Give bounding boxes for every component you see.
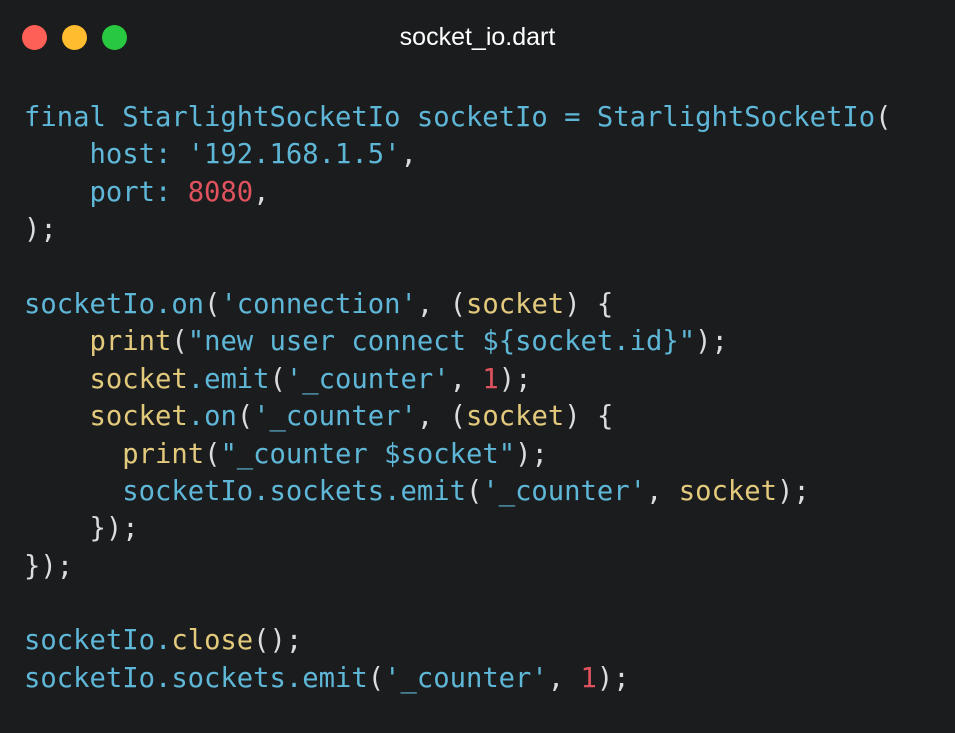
code-token-plain: ( (465, 475, 483, 507)
code-token-plain: ) { (564, 401, 614, 433)
code-token-number: 8080 (187, 176, 254, 208)
code-token-plain: ( (875, 102, 892, 133)
code-token-call: socket (465, 401, 565, 433)
code-token-plain: , (400, 139, 417, 171)
code-token-plain: ) { (564, 288, 614, 320)
code-token-call: print (89, 326, 172, 358)
code-token-identifier: final StarlightSocketIo socketIo = Starl… (24, 102, 876, 133)
code-line: }); (24, 510, 949, 547)
code-token-plain: , ( (416, 288, 466, 320)
code-token-plain: }); (24, 513, 139, 545)
code-token-identifier: socketIo.sockets.emit (122, 475, 466, 507)
code-token-identifier: socketIo.sockets.emit (24, 662, 368, 694)
code-line: socketIo.close(); (24, 622, 949, 659)
code-line: socketIo.on('connection', (socket) { (24, 286, 949, 323)
code-token-string: '_counter' (253, 401, 417, 433)
code-token-plain: , (547, 662, 581, 694)
code-token-call: socket (678, 475, 777, 507)
code-token-string: '_counter' (285, 363, 450, 395)
code-token-identifier: .emit (187, 363, 270, 395)
code-line: socket.emit('_counter', 1); (24, 361, 949, 398)
code-token-plain: }); (24, 550, 74, 582)
code-token-plain: , (646, 475, 679, 507)
code-token-plain: ( (367, 662, 385, 694)
code-token-plain: , ( (416, 401, 466, 433)
code-token-identifier: .on (187, 401, 237, 433)
code-line: port: 8080, (24, 174, 949, 211)
code-line: ); (24, 211, 949, 248)
code-line: socket.on('_counter', (socket) { (24, 398, 949, 435)
code-token-string: '_counter' (482, 475, 647, 507)
code-line: print("new user connect ${socket.id}"); (24, 323, 949, 360)
code-token-call: socket (89, 401, 188, 433)
title-bar: socket_io.dart (0, 0, 955, 76)
code-token-call: print (122, 438, 205, 470)
code-token-plain: ); (24, 214, 57, 246)
code-token-plain: ( (269, 363, 286, 395)
code-line: print("_counter $socket"); (24, 436, 949, 473)
code-token-number: 1 (482, 363, 499, 395)
code-token-plain: , (449, 363, 483, 395)
code-token-call: socket (89, 363, 188, 395)
code-token-identifier: host: (24, 139, 188, 171)
code-token-string: 'connection' (220, 288, 417, 320)
code-line: socketIo.sockets.emit('_counter', 1); (24, 660, 949, 697)
code-token-string: '_counter' (384, 662, 548, 694)
code-token-string: '192.168.1.5' (187, 139, 401, 171)
code-token-string: "new user connect ${socket.id}" (187, 326, 696, 358)
code-token-plain: ); (776, 475, 810, 507)
code-token-identifier: port: (24, 176, 188, 208)
code-line: socketIo.sockets.emit('_counter', socket… (24, 473, 949, 510)
code-token-plain: ); (498, 363, 532, 395)
code-token-identifier: socketIo. (24, 625, 172, 657)
code-token-call: close (171, 625, 254, 657)
code-token-plain: ( (204, 438, 221, 470)
code-token-number: 1 (580, 662, 597, 694)
window-title: socket_io.dart (399, 23, 556, 51)
code-token-plain: , (253, 176, 270, 208)
code-token-plain: ( (236, 401, 254, 433)
code-line: }); (24, 548, 949, 585)
code-token-plain: (); (253, 625, 303, 657)
code-token-identifier: socketIo.on (24, 288, 205, 320)
code-block[interactable]: final StarlightSocketIo socketIo = Starl… (24, 99, 949, 697)
code-token-plain: ); (596, 662, 630, 694)
code-token-string: "_counter $socket" (220, 438, 516, 470)
code-token-plain: ); (515, 438, 548, 470)
code-window: socket_io.dart final StarlightSocketIo s… (0, 0, 955, 733)
code-token-plain: ( (171, 326, 188, 358)
code-token-plain: ( (204, 288, 221, 320)
code-line: host: '192.168.1.5', (24, 136, 949, 173)
code-token-call: socket (465, 288, 565, 320)
code-line: final StarlightSocketIo socketIo = Starl… (24, 99, 949, 136)
code-token-plain: ); (695, 326, 728, 358)
